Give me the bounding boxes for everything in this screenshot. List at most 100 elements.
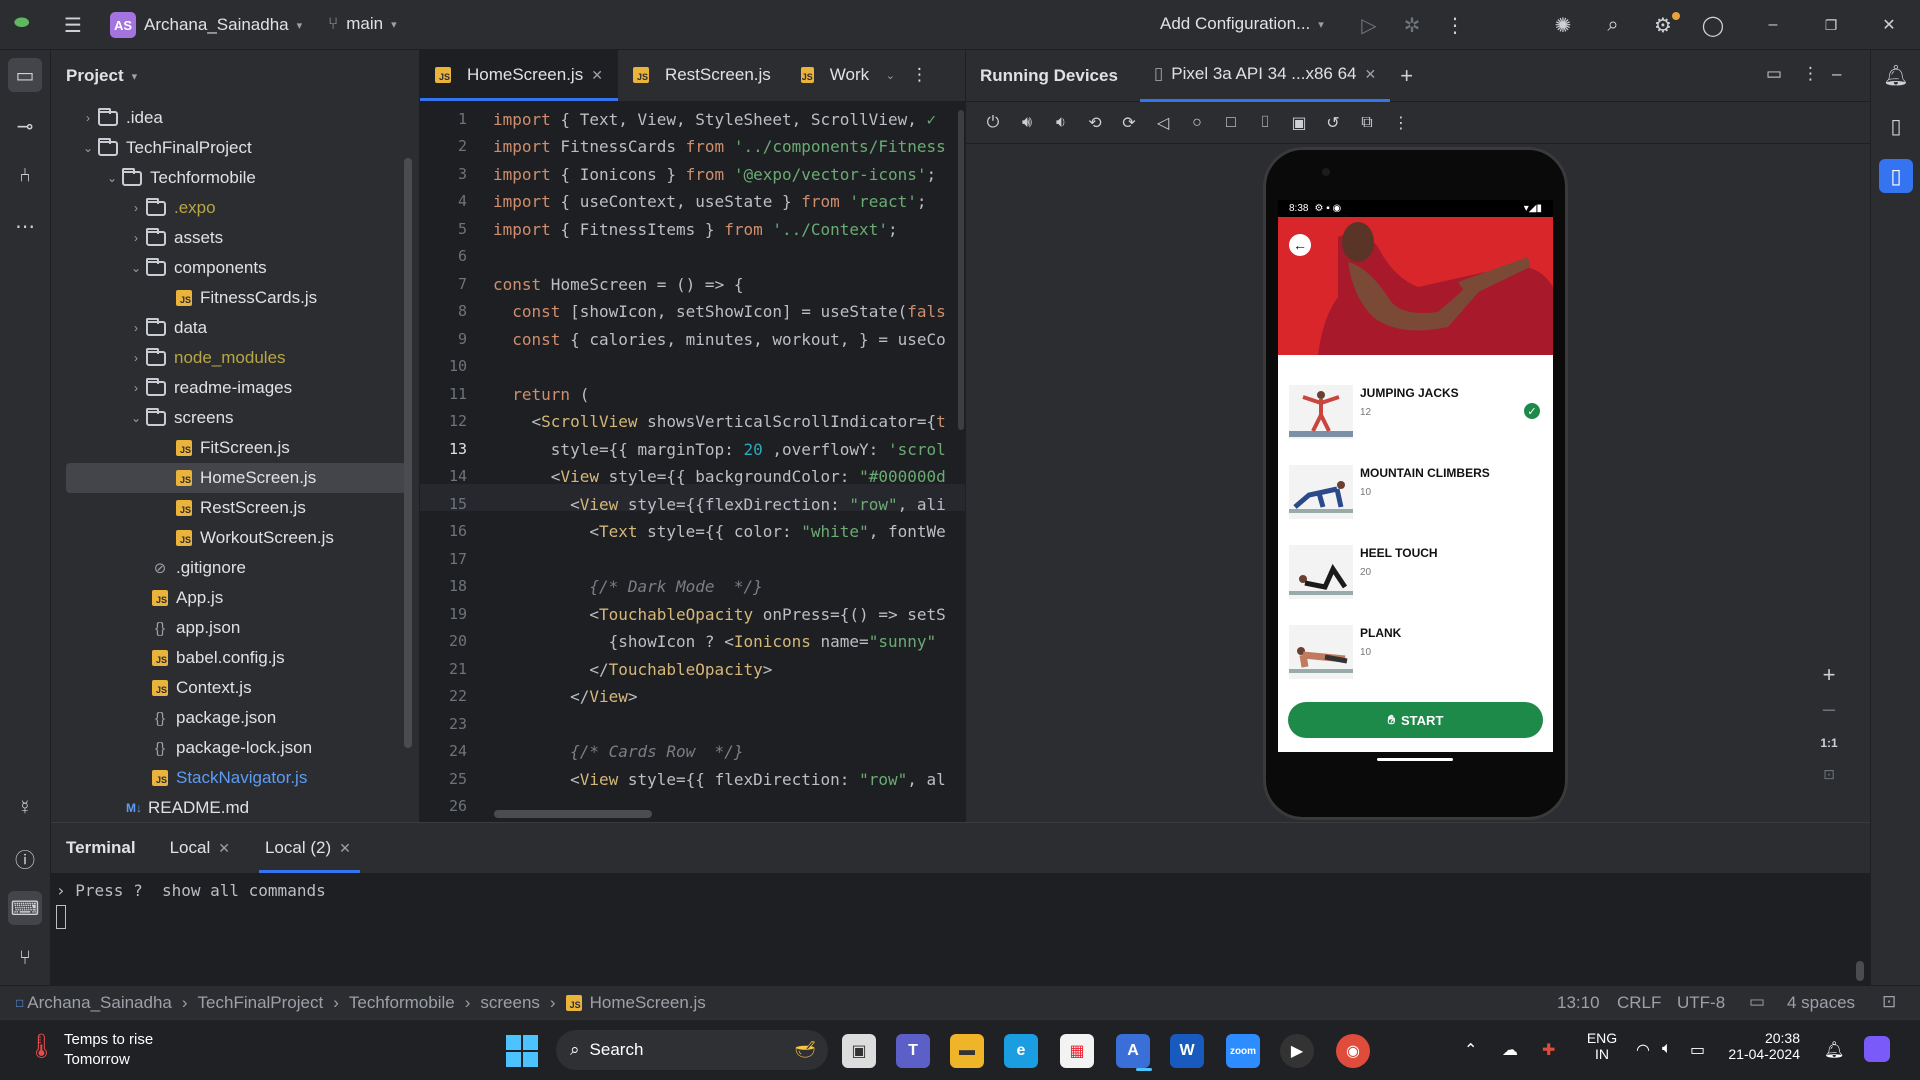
running-devices-icon[interactable]: ▯	[1879, 159, 1913, 193]
rotate-right-icon[interactable]: ⟳	[1116, 113, 1142, 133]
tree-row-app-js[interactable]: JS App.js	[66, 583, 406, 613]
close-tab-icon[interactable]: ✕	[339, 840, 351, 857]
tree-row-homescreen[interactable]: JS HomeScreen.js	[66, 463, 406, 493]
tree-row-techformobile[interactable]: ⌄ Techformobile	[66, 163, 406, 193]
volume-icon[interactable]: 🔈︎	[1662, 1040, 1672, 1058]
chevron-right-icon[interactable]: ›	[126, 351, 146, 365]
chevron-right-icon[interactable]: ›	[126, 381, 146, 395]
overview-icon[interactable]: □	[1218, 114, 1244, 132]
editor-horizontal-scrollbar[interactable]	[494, 810, 652, 818]
device-mirroring-icon[interactable]: ⧉	[1354, 114, 1380, 132]
device-tab[interactable]: ▯ Pixel 3a API 34 ...x86 64 ✕	[1139, 50, 1391, 102]
tree-row-techfinalproject[interactable]: ⌄ TechFinalProject	[66, 133, 406, 163]
notifications-icon[interactable]: 🔔︎	[1879, 58, 1913, 92]
file-explorer-icon[interactable]: ▬	[950, 1034, 984, 1068]
home-icon[interactable]: ○	[1184, 114, 1210, 132]
project-scrollbar[interactable]	[404, 158, 412, 748]
tree-row-gitignore[interactable]: ⊘ .gitignore	[66, 553, 406, 583]
chevron-right-icon[interactable]: ›	[78, 111, 98, 125]
android-studio-taskbar-icon[interactable]: A	[1116, 1034, 1150, 1068]
main-menu-icon[interactable]: ☰	[56, 8, 90, 42]
minimize-icon[interactable]: –	[1756, 8, 1790, 42]
thermometer-icon[interactable]: 🌡︎	[26, 1032, 56, 1061]
close-icon[interactable]: ✕	[1872, 8, 1906, 42]
tree-row-data[interactable]: › data	[66, 313, 406, 343]
tab-list-dropdown[interactable]: ⌄	[878, 49, 903, 101]
breadcrumb-item[interactable]: TechFinalProject	[198, 993, 324, 1013]
file-encoding[interactable]: UTF-8	[1677, 993, 1725, 1013]
project-panel-header[interactable]: Project ▾	[51, 50, 419, 102]
notification-bell-icon[interactable]: 🔔︎	[1824, 1040, 1844, 1060]
close-tab-icon[interactable]: ✕	[218, 840, 230, 857]
tree-row-readme[interactable]: M↓ README.md	[66, 793, 406, 823]
back-icon[interactable]: ◁	[1150, 113, 1176, 133]
breadcrumb-item[interactable]: screens	[480, 993, 540, 1013]
android-icon[interactable]: ⬬	[14, 12, 29, 33]
zoom-icon[interactable]: zoom	[1226, 1034, 1260, 1068]
more-tools-icon[interactable]: ⋯	[8, 209, 42, 243]
phone-nav-handle[interactable]	[1377, 758, 1453, 761]
zoom-fit-icon[interactable]: ⊡	[1811, 766, 1847, 783]
clock[interactable]: 20:38 21-04-2024	[1720, 1030, 1800, 1062]
read-only-icon[interactable]: ▭	[1749, 992, 1765, 1012]
onedrive-icon[interactable]: ☁	[1502, 1040, 1518, 1060]
tree-row-expo[interactable]: › .expo	[66, 193, 406, 223]
close-tab-icon[interactable]: ✕	[591, 67, 603, 84]
tree-row-stacknavigator[interactable]: JS StackNavigator.js	[66, 763, 406, 793]
account-icon[interactable]: ◯	[1696, 8, 1730, 42]
tab-restscreen[interactable]: JS RestScreen.js	[618, 49, 786, 101]
terminal-tab-local[interactable]: Local ✕	[170, 823, 245, 873]
start-workout-button[interactable]: ✋︎ START	[1288, 702, 1543, 738]
chevron-down-icon[interactable]: ⌄	[102, 171, 122, 185]
tree-row-fitnesscards[interactable]: JS FitnessCards.js	[66, 283, 406, 313]
pull-requests-icon[interactable]: ⑃	[8, 159, 42, 193]
terminal-scrollbar[interactable]	[1856, 961, 1864, 981]
tree-row-idea[interactable]: › .idea	[66, 103, 406, 133]
word-icon[interactable]: W	[1170, 1034, 1204, 1068]
breadcrumb-item[interactable]: Techformobile	[349, 993, 455, 1013]
tree-row-readme-images[interactable]: › readme-images	[66, 373, 406, 403]
tree-row-components[interactable]: ⌄ components	[66, 253, 406, 283]
terminal-tab-local-2[interactable]: Local (2) ✕	[258, 823, 366, 873]
wifi-icon[interactable]: ◠	[1636, 1040, 1650, 1060]
chevron-down-icon[interactable]: ⌄	[126, 261, 146, 275]
tree-row-workoutscreen[interactable]: JS WorkoutScreen.js	[66, 523, 406, 553]
editor-vertical-scrollbar[interactable]	[958, 110, 964, 430]
exercise-item[interactable]: HEEL TOUCH 20	[1289, 532, 1544, 612]
project-tool-icon[interactable]: ▭	[8, 58, 42, 92]
exercise-item[interactable]: MOUNTAIN CLIMBERS 10	[1289, 452, 1544, 532]
problems-icon[interactable]: ⓘ	[8, 841, 42, 875]
logcat-icon[interactable]: ☿	[8, 791, 42, 825]
run-config-selector[interactable]: Add Configuration... ▾	[1160, 14, 1324, 34]
chevron-right-icon[interactable]: ›	[126, 231, 146, 245]
tree-row-context[interactable]: JS Context.js	[66, 673, 406, 703]
hide-panel-icon[interactable]: –	[1832, 64, 1841, 84]
tree-row-package-json[interactable]: {} package.json	[66, 703, 406, 733]
search-icon[interactable]: ⌕	[1596, 8, 1630, 42]
reset-icon[interactable]: ↺	[1320, 113, 1346, 133]
terminal-cursor[interactable]	[56, 905, 66, 929]
tree-row-restscreen[interactable]: JS RestScreen.js	[66, 493, 406, 523]
tree-row-app-json[interactable]: {} app.json	[66, 613, 406, 643]
show-hidden-icons[interactable]: ⌃	[1464, 1040, 1477, 1060]
device-manager-icon[interactable]: ▯	[1879, 109, 1913, 143]
chevron-right-icon[interactable]: ›	[126, 201, 146, 215]
commit-tool-icon[interactable]: ⊸	[8, 109, 42, 143]
chevron-right-icon[interactable]: ›	[126, 321, 146, 335]
microsoft-store-icon[interactable]: ▦	[1060, 1034, 1094, 1068]
more-horizontal-icon[interactable]: ⋮	[1388, 113, 1414, 133]
rotate-left-icon[interactable]: ⟲	[1082, 113, 1108, 133]
caret-position[interactable]: 13:10	[1557, 993, 1600, 1013]
tree-row-babel-config[interactable]: JS babel.config.js	[66, 643, 406, 673]
more-actions-icon[interactable]: ⋮	[1438, 8, 1472, 42]
volume-down-icon[interactable]: 🔉︎	[1048, 114, 1074, 132]
close-tab-icon[interactable]: ✕	[1365, 66, 1377, 83]
chevron-down-icon[interactable]: ⌄	[78, 141, 98, 155]
taskbar-search[interactable]: ⌕ Search 🥣︎	[556, 1030, 828, 1070]
breadcrumb-item[interactable]: Archana_Sainadha	[27, 993, 172, 1013]
lock-icon[interactable]: ⊡	[1882, 992, 1896, 1012]
task-view-icon[interactable]: ▣	[842, 1034, 876, 1068]
add-device-icon[interactable]: +	[1400, 63, 1413, 89]
battery-icon[interactable]: ▭	[1690, 1040, 1705, 1060]
debug-icon[interactable]: ✲	[1395, 8, 1429, 42]
